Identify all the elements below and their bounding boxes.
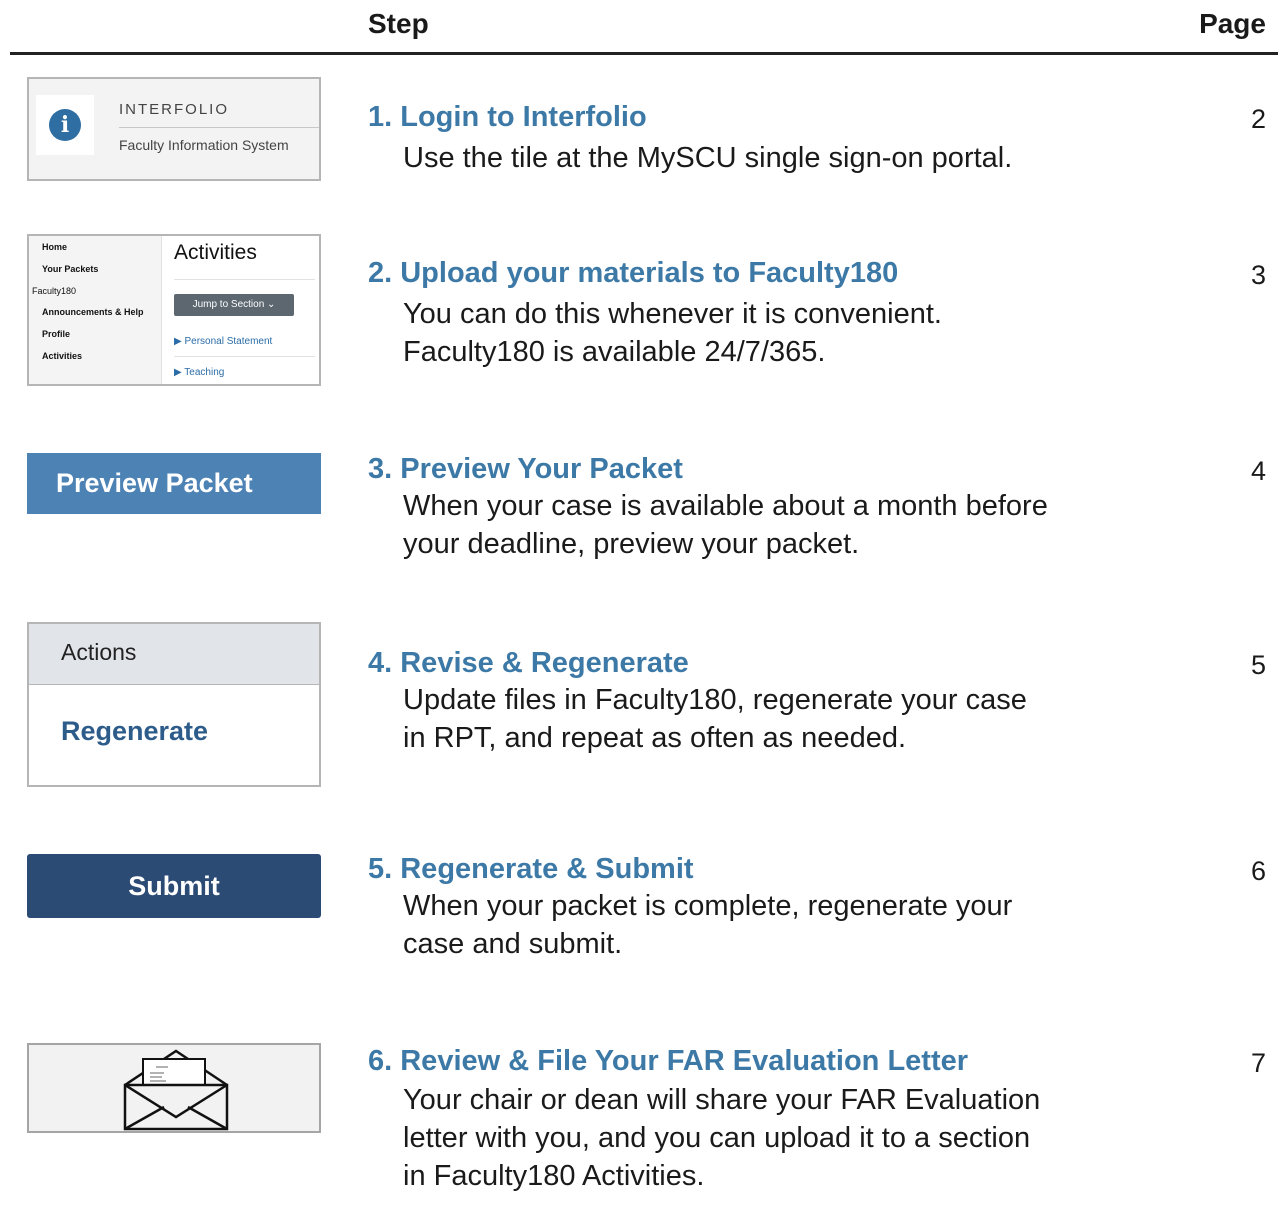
- info-icon-box: i: [36, 95, 94, 155]
- step-page-number: 4: [1250, 456, 1266, 486]
- submit-button[interactable]: Submit: [27, 854, 321, 918]
- step-description: Update files in Faculty180, regenerate y…: [403, 681, 1027, 757]
- step-description-line: case and submit.: [403, 928, 623, 960]
- step-description: Your chair or dean will share your FAR E…: [403, 1081, 1040, 1195]
- header-rule: [10, 52, 1278, 55]
- activities-divider: [174, 279, 315, 280]
- step-description-line: in RPT, and repeat as often as needed.: [403, 722, 907, 754]
- step-page-number: 6: [1250, 856, 1266, 886]
- step-description: When your case is available about a mont…: [403, 487, 1048, 563]
- step-title: 1. Login to Interfolio: [368, 101, 647, 133]
- step-title: 4. Revise & Regenerate: [368, 647, 689, 679]
- step-description: You can do this whenever it is convenien…: [403, 295, 942, 371]
- preview-packet-button[interactable]: Preview Packet: [27, 453, 321, 514]
- step-description-line: letter with you, and you can upload it t…: [403, 1122, 1031, 1154]
- header-step: Step: [368, 8, 429, 39]
- step-description-line: Faculty180 is available 24/7/365.: [403, 336, 826, 368]
- tile-divider: [119, 127, 319, 128]
- sidebar-nav: Home Your Packets Faculty180 Announcemen…: [29, 236, 162, 384]
- nav-item-activities[interactable]: Activities: [42, 351, 82, 361]
- step-page-number: 2: [1250, 104, 1266, 134]
- step-description-line: Use the tile at the MySCU single sign-on…: [403, 142, 1013, 174]
- step-title: 2. Upload your materials to Faculty180: [368, 257, 899, 289]
- step-title: 5. Regenerate & Submit: [368, 853, 694, 885]
- step-page-number: 7: [1250, 1048, 1266, 1078]
- actions-label: Actions: [61, 639, 137, 665]
- step-description-line: Update files in Faculty180, regenerate y…: [403, 684, 1027, 716]
- section-teaching[interactable]: ▶ Teaching: [174, 367, 224, 378]
- actions-panel-thumbnail: Actions Regenerate: [27, 622, 321, 787]
- envelope-letter-thumbnail: [27, 1043, 321, 1133]
- header-page: Page: [1199, 8, 1266, 39]
- tile-subtitle: Faculty Information System: [119, 137, 289, 153]
- step-description-line: in Faculty180 Activities.: [403, 1160, 705, 1192]
- nav-item-home[interactable]: Home: [42, 242, 67, 252]
- step-page-number: 3: [1250, 260, 1266, 290]
- tile-brand: INTERFOLIO: [119, 101, 230, 118]
- nav-item-profile[interactable]: Profile: [42, 329, 70, 339]
- nav-item-your-packets[interactable]: Your Packets: [42, 264, 98, 274]
- step-description-line: Your chair or dean will share your FAR E…: [403, 1084, 1041, 1116]
- envelope-letter-icon: [123, 1049, 229, 1131]
- faculty180-activities-thumbnail: Home Your Packets Faculty180 Announcemen…: [27, 234, 321, 386]
- step-title: 3. Preview Your Packet: [368, 453, 683, 485]
- step-description: When your packet is complete, regenerate…: [403, 887, 1012, 963]
- regenerate-link[interactable]: Regenerate: [61, 716, 208, 747]
- step-description-line: When your case is available about a mont…: [403, 490, 1048, 522]
- step-page-number: 5: [1250, 650, 1266, 680]
- section-divider: [174, 356, 315, 357]
- info-icon: i: [49, 109, 81, 141]
- step-description-line: your deadline, preview your packet.: [403, 528, 860, 560]
- nav-section-faculty180: Faculty180: [32, 286, 77, 296]
- nav-item-announcements[interactable]: Announcements & Help: [42, 307, 144, 317]
- activities-heading: Activities: [174, 241, 257, 264]
- step-description-line: When your packet is complete, regenerate…: [403, 890, 1013, 922]
- interfolio-tile-thumbnail[interactable]: i INTERFOLIO Faculty Information System: [27, 77, 321, 181]
- step-description-line: You can do this whenever it is convenien…: [403, 298, 942, 330]
- section-personal-statement[interactable]: ▶ Personal Statement: [174, 336, 272, 347]
- step-title: 6. Review & File Your FAR Evaluation Let…: [368, 1045, 969, 1077]
- jump-to-section-button[interactable]: Jump to Section ⌄: [174, 294, 294, 316]
- step-description: Use the tile at the MySCU single sign-on…: [403, 139, 1012, 177]
